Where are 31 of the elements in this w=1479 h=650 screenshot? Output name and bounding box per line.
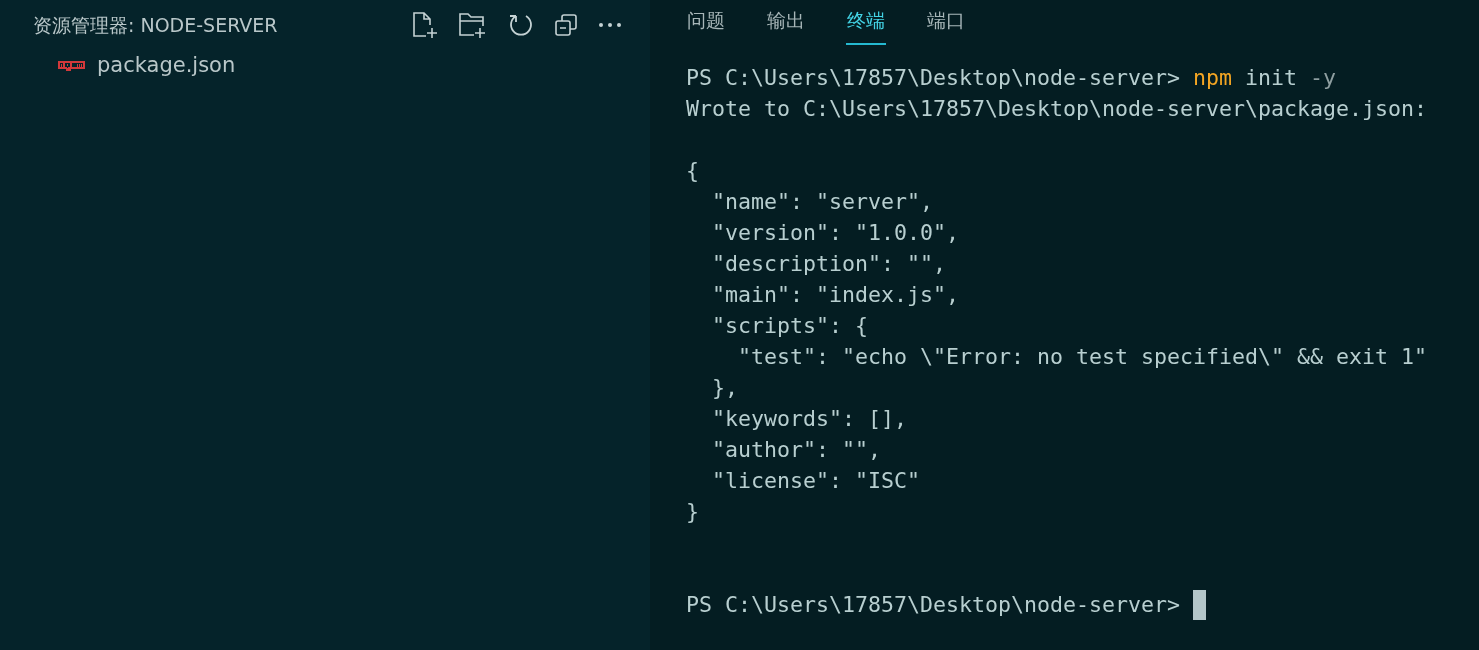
terminal-text: "author": "", — [711, 436, 881, 464]
terminal-text: PS C:\Users\17857\Desktop\node-server> — [686, 591, 1182, 619]
collapse-all-icon[interactable] — [554, 13, 578, 37]
explorer-title: 资源管理器: NODE-SERVER — [33, 12, 278, 38]
new-folder-icon[interactable] — [458, 11, 488, 39]
terminal-text: "main": "index.js", — [711, 281, 959, 309]
option-text: -y — [1310, 64, 1337, 92]
terminal-text: "name": "server", — [711, 188, 933, 216]
terminal-text: "keywords": [], — [711, 405, 907, 433]
terminal-text: { — [686, 157, 699, 185]
refresh-icon[interactable] — [508, 12, 534, 38]
panel-tab[interactable]: 端口 — [926, 0, 966, 45]
file-item[interactable]: package.json — [0, 50, 650, 81]
terminal-text: } — [686, 498, 699, 526]
command-text: npm — [1193, 64, 1233, 92]
terminal-text: "version": "1.0.0", — [711, 219, 959, 247]
file-name: package.json — [97, 51, 236, 79]
terminal-text: }, — [711, 374, 738, 402]
new-file-icon[interactable] — [412, 11, 438, 39]
panel-tab[interactable]: 终端 — [846, 0, 886, 45]
terminal-text: Wrote to C:\Users\17857\Desktop\node-server\package.json: — [686, 95, 1428, 123]
terminal-text: init — [1244, 64, 1299, 92]
npm-icon — [58, 60, 85, 71]
terminal-text: "test": "echo \"Error: no test specified\" && exit 1" — [737, 343, 1428, 371]
terminal-text: "description": "", — [711, 250, 946, 278]
panel-tab[interactable]: 输出 — [766, 0, 806, 45]
more-icon[interactable] — [598, 22, 622, 28]
terminal-text: "license": "ISC" — [711, 467, 920, 495]
terminal-text: PS C:\Users\17857\Desktop\node-server> — [686, 64, 1182, 92]
terminal-text: "scripts": { — [711, 312, 868, 340]
panel-tab[interactable]: 问题 — [686, 0, 726, 45]
